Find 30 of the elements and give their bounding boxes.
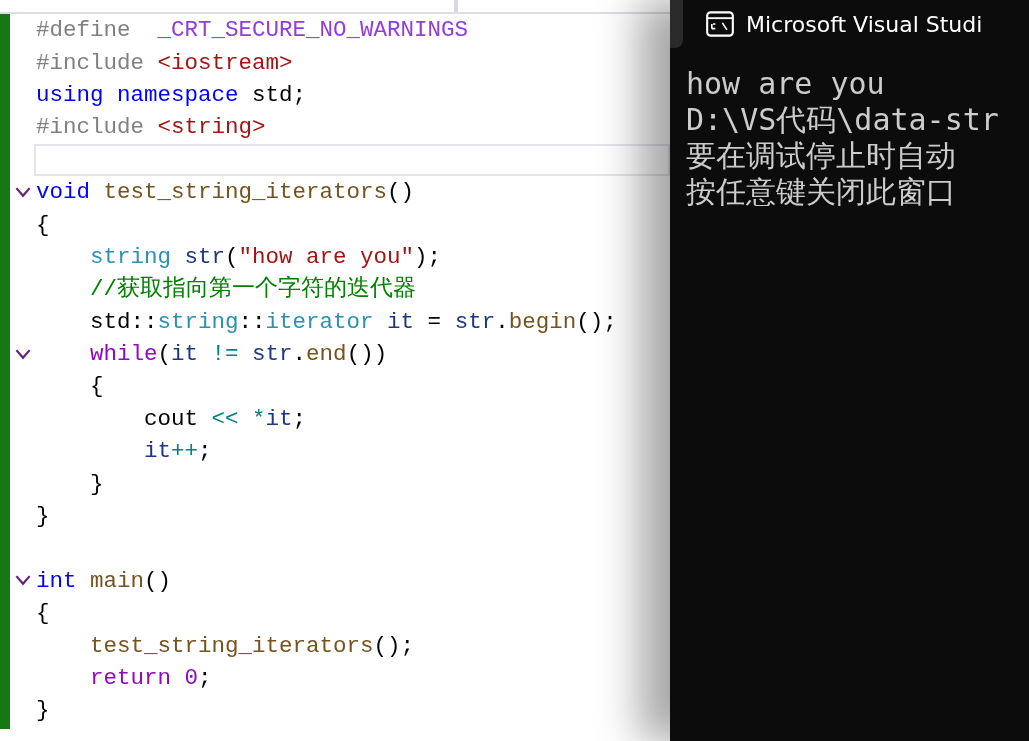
code-line: #define _CRT_SECURE_NO_WARNINGS [36,16,469,46]
code-line: it++; [143,437,212,467]
code-line: void test_string_iterators() [36,178,415,208]
chevron-down-icon[interactable] [15,575,31,587]
code-line: cout << *it; [143,404,307,434]
terminal-icon [706,11,734,37]
console-output-line: 按任意键关闭此窗口 [686,174,957,210]
code-line: } [36,502,50,532]
tab-background [670,0,683,48]
code-line: { [36,599,50,629]
code-line: while(it != str.end()) [89,340,388,370]
code-line: { [89,372,104,402]
code-line: std::string::iterator it = str.begin(); [89,307,617,337]
console-output-line: D:\VS代码\data-str [686,102,1000,138]
code-line: return 0; [89,664,212,693]
chevron-down-icon[interactable] [15,186,31,198]
code-line: { [36,210,50,240]
code-line: #include <string> [36,113,266,143]
code-line: string str("how are you"); [89,242,442,272]
window-title: Microsoft Visual Studi [746,11,983,37]
code-line: } [89,469,104,499]
console-output-line: how are you [686,66,886,102]
console-output-line: 要在调试停止时自动 [686,138,957,174]
code-line: using namespace std; [36,80,307,110]
code-line: #include <iostream> [36,48,293,78]
code-line: } [36,696,50,726]
code-comment: //获取指向第一个字符的迭代器 [89,274,416,305]
code-line: test_string_iterators(); [89,631,415,661]
code-line: int main() [36,566,172,596]
chevron-down-icon[interactable] [15,348,31,360]
